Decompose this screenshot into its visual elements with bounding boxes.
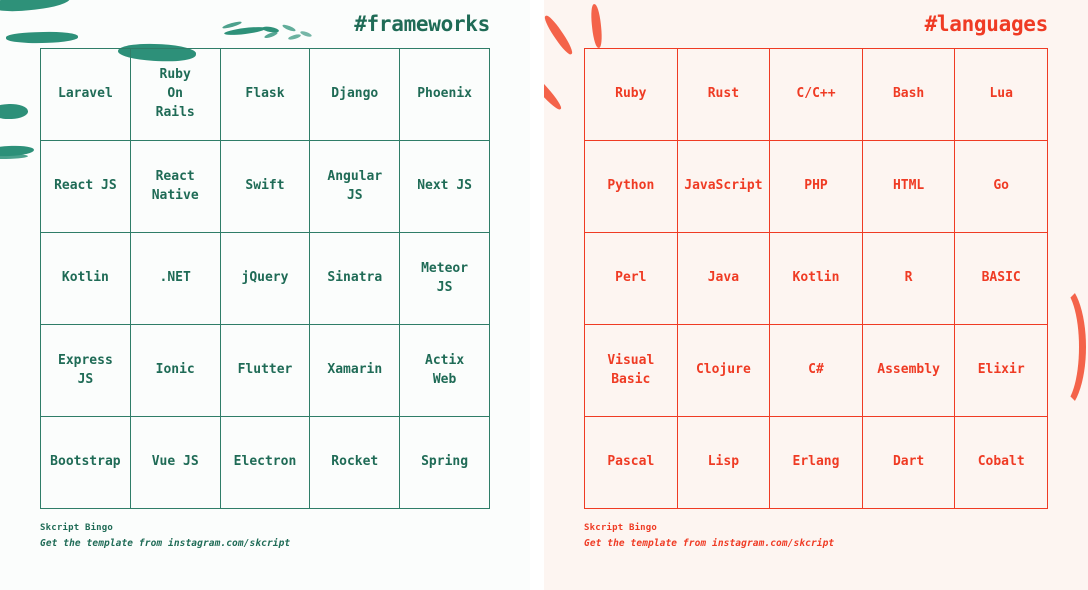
bingo-cell[interactable]: React JS (41, 141, 131, 233)
bingo-cell[interactable]: Cobalt (955, 417, 1048, 509)
frameworks-card: #frameworks Laravel Ruby On Rails Flask Dja… (0, 0, 530, 590)
bingo-cell[interactable]: Xamarin (310, 325, 401, 417)
bingo-cell[interactable]: Elixir (955, 325, 1048, 417)
bingo-cell[interactable]: Next JS (400, 141, 490, 233)
bingo-cell[interactable]: Perl (585, 233, 678, 325)
bingo-cell[interactable]: Django (310, 49, 401, 141)
bingo-cell[interactable]: Laravel (41, 49, 131, 141)
bingo-cell[interactable]: JavaScript (677, 141, 771, 233)
bingo-cell[interactable]: Clojure (677, 325, 771, 417)
bingo-cell[interactable]: jQuery (220, 233, 311, 325)
bingo-cell[interactable]: Lua (955, 49, 1048, 141)
frameworks-footer-brand: Skcript Bingo (40, 523, 114, 533)
frameworks-card-title: #frameworks (354, 12, 490, 36)
bingo-cell[interactable]: Lisp (677, 417, 771, 509)
languages-card-title: #languages (924, 12, 1049, 36)
bingo-cell[interactable]: Rust (677, 49, 771, 141)
bingo-cell[interactable]: HTML (862, 141, 956, 233)
bingo-cell[interactable]: PHP (770, 141, 863, 233)
bingo-cell[interactable]: .NET (130, 233, 221, 325)
bingo-cell[interactable]: Visual Basic (585, 325, 678, 417)
bingo-cell[interactable]: Assembly (862, 325, 956, 417)
bingo-cell[interactable]: BASIC (955, 233, 1048, 325)
bingo-cell[interactable]: Flask (220, 49, 311, 141)
bingo-cell[interactable]: Dart (862, 417, 956, 509)
bingo-cell[interactable]: Python (585, 141, 678, 233)
bingo-cell[interactable]: Meteor JS (400, 233, 490, 325)
bingo-cell[interactable]: Kotlin (770, 233, 863, 325)
bingo-cell[interactable]: Electron (220, 417, 311, 509)
bingo-cell[interactable]: Pascal (585, 417, 678, 509)
bingo-cell[interactable]: Erlang (770, 417, 863, 509)
bingo-cell[interactable]: C/C++ (770, 49, 863, 141)
languages-bingo-grid: Ruby Rust C/C++ Bash Lua Python JavaScript PHP H… (584, 48, 1048, 509)
bingo-cell[interactable]: Phoenix (400, 49, 490, 141)
bingo-cell[interactable]: Express JS (41, 325, 131, 417)
languages-card: #languages Ruby Rust C/C++ Bash Lua Python Jav… (544, 0, 1088, 590)
bingo-cell[interactable]: C# (770, 325, 863, 417)
frameworks-card-panel: #frameworks Laravel Ruby On Rails Flask Dja… (0, 0, 530, 590)
bingo-cell[interactable]: Bash (862, 49, 956, 141)
bingo-cell[interactable]: Sinatra (310, 233, 401, 325)
bingo-cell[interactable]: Spring (400, 417, 490, 509)
bingo-cell[interactable]: R (862, 233, 956, 325)
bingo-cell[interactable]: Kotlin (41, 233, 131, 325)
bingo-cell[interactable]: Java (677, 233, 771, 325)
languages-card-panel: #languages Ruby Rust C/C++ Bash Lua Python Jav… (544, 0, 1088, 590)
bingo-cell[interactable]: React Native (130, 141, 221, 233)
panel-divider (530, 0, 544, 590)
bingo-cell[interactable]: Vue JS (130, 417, 221, 509)
bingo-cell[interactable]: Rocket (310, 417, 401, 509)
bingo-cell[interactable]: Ionic (130, 325, 221, 417)
bingo-cell[interactable]: Ruby (585, 49, 678, 141)
frameworks-footer-note: Get the template from instagram.com/skcr… (40, 537, 291, 549)
frameworks-bingo-grid: Laravel Ruby On Rails Flask Django Phoenix Re… (40, 48, 490, 509)
bingo-cell[interactable]: Swift (220, 141, 311, 233)
frameworks-footer: Skcript Bingo Get the template from inst… (40, 522, 490, 552)
bingo-cell[interactable]: Flutter (220, 325, 311, 417)
bingo-cell[interactable]: Bootstrap (41, 417, 131, 509)
bingo-cards-stage: #frameworks Laravel Ruby On Rails Flask Dja… (0, 0, 1088, 590)
languages-footer-note: Get the template from instagram.com/skcr… (584, 537, 835, 549)
bingo-cell[interactable]: Actix Web (400, 325, 490, 417)
bingo-cell[interactable]: Angular JS (310, 141, 401, 233)
languages-footer-brand: Skcript Bingo (584, 523, 658, 533)
bingo-cell[interactable]: Ruby On Rails (130, 49, 221, 141)
languages-footer: Skcript Bingo Get the template from inst… (584, 522, 1048, 552)
bingo-cell[interactable]: Go (955, 141, 1048, 233)
